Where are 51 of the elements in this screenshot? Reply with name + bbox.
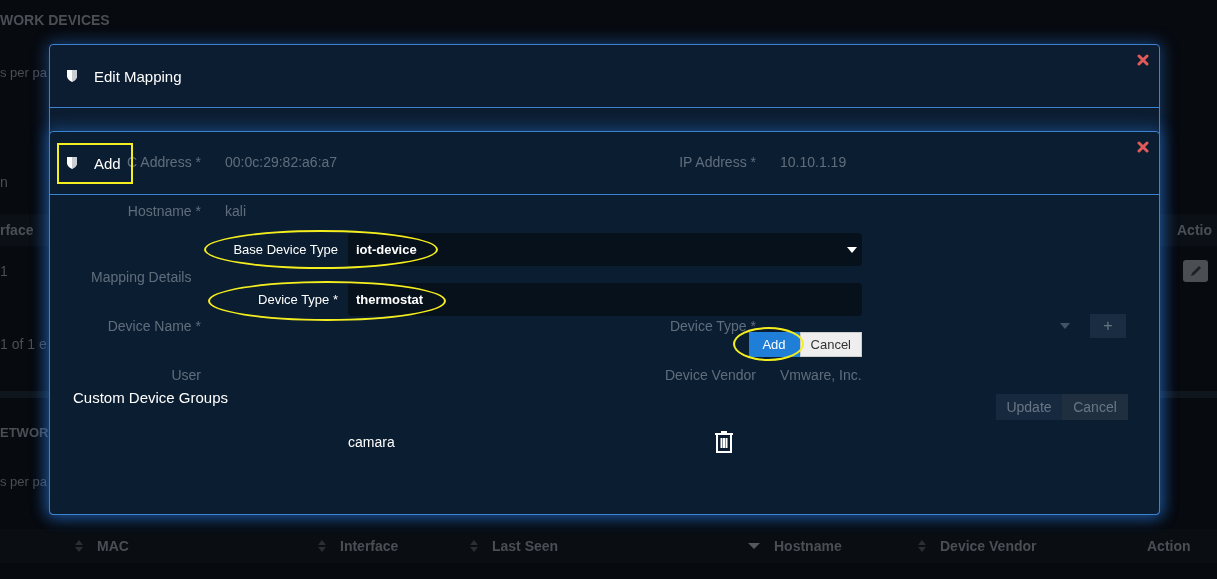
select-field[interactable]: iot-device — [348, 233, 862, 266]
field-label: Base Device Type — [233, 242, 338, 257]
page-title: WORK DEVICES — [0, 12, 110, 28]
column-header: rface — [0, 222, 34, 238]
close-icon[interactable] — [1137, 54, 1149, 66]
field-label: Device Name * — [107, 318, 201, 334]
caret-down-icon[interactable] — [1060, 323, 1070, 329]
field-label: Hostname * — [127, 203, 201, 219]
column-header[interactable]: Device Vendor — [940, 538, 1037, 554]
field-value: 10.10.1.19 — [780, 154, 848, 170]
input-field[interactable]: thermostat — [348, 283, 862, 316]
section-title: Mapping Details — [91, 269, 192, 285]
dialog-title: Add — [94, 154, 121, 172]
caret-down-icon[interactable] — [748, 542, 760, 550]
dialog-title: Edit Mapping — [94, 67, 182, 85]
column-header[interactable]: Action — [1147, 538, 1191, 554]
pencil-icon — [1188, 264, 1203, 278]
section-title: Custom Device Groups — [73, 389, 229, 406]
dialog-button[interactable]: Cancel — [1062, 394, 1128, 420]
sort-icon[interactable] — [75, 540, 83, 552]
close-icon[interactable] — [1137, 141, 1149, 153]
filter-text: n — [0, 174, 8, 190]
field-value: Vmware, Inc. — [780, 367, 862, 383]
edit-button[interactable] — [1183, 260, 1208, 282]
sort-icon[interactable] — [470, 540, 478, 552]
sort-icon[interactable] — [318, 540, 326, 552]
dialog-button[interactable]: Add — [748, 332, 800, 357]
field-label: Device Type * — [669, 318, 756, 334]
field-label: IP Address * — [679, 154, 756, 170]
table-info: 1 of 1 e — [0, 336, 47, 352]
trash-icon[interactable] — [714, 430, 734, 454]
column-header: Actio — [1177, 222, 1213, 238]
dialog-button[interactable]: Cancel — [799, 332, 862, 357]
page-size-text: s per pa — [0, 473, 47, 489]
field-label: Device Type * — [258, 292, 338, 307]
column-header[interactable]: MAC — [97, 538, 129, 554]
column-header[interactable]: Last Seen — [492, 538, 559, 554]
field-value: 00:0c:29:82:a6:a7 — [225, 154, 339, 170]
add-button[interactable]: + — [1090, 314, 1126, 338]
column-header[interactable]: Interface — [340, 538, 399, 554]
shield-icon — [66, 69, 78, 83]
field-value: kali — [225, 203, 247, 219]
page-size-text: s per pa — [0, 64, 47, 80]
field-label: User — [171, 367, 201, 383]
column-header[interactable]: Hostname — [774, 538, 842, 554]
shield-icon — [66, 156, 78, 170]
group-name: camara — [348, 434, 396, 450]
field-label: Device Vendor — [664, 367, 756, 383]
sort-icon[interactable] — [918, 540, 926, 552]
dialog-button[interactable]: Update — [996, 394, 1062, 420]
table-cell: 1 — [0, 263, 8, 279]
